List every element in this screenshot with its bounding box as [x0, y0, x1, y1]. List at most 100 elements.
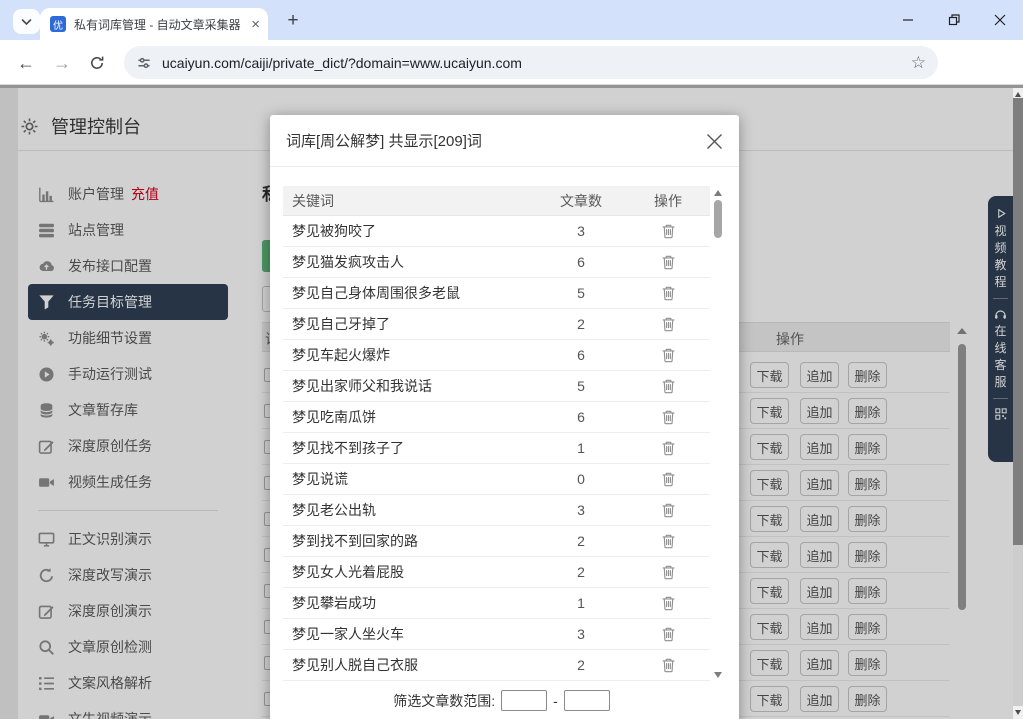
keyword-cell: 梦见找不到孩子了	[283, 438, 536, 458]
restore-button[interactable]	[931, 0, 977, 40]
delete-word-button[interactable]	[626, 626, 710, 642]
table-row-9: 梦见老公出轨 3	[283, 495, 710, 526]
close-icon	[994, 14, 1006, 26]
word-table-body: 梦见被狗咬了 3 梦见猫发疯攻击人 6 梦见自己身体周围很多老鼠	[283, 216, 710, 681]
scrollbar-thumb[interactable]	[714, 200, 722, 238]
delete-word-button[interactable]	[626, 564, 710, 580]
count-cell: 3	[536, 626, 626, 642]
table-row-4: 梦见车起火爆炸 6	[283, 340, 710, 371]
scroll-down-arrow[interactable]	[714, 672, 722, 678]
keyword-cell: 梦到找不到回家的路	[283, 531, 536, 551]
delete-word-button[interactable]	[626, 316, 710, 332]
table-row-7: 梦见找不到孩子了 1	[283, 433, 710, 464]
trash-icon	[661, 533, 676, 549]
trash-icon	[661, 254, 676, 270]
keyword-cell: 梦见自己牙掉了	[283, 314, 536, 334]
delete-word-button[interactable]	[626, 409, 710, 425]
filter-row: 筛选文章数范围: -	[270, 690, 739, 711]
back-button[interactable]: ←	[14, 51, 38, 75]
count-cell: 2	[536, 564, 626, 580]
trash-icon	[661, 564, 676, 580]
delete-word-button[interactable]	[626, 657, 710, 673]
down-arrow-icon	[1015, 710, 1021, 715]
keyword-cell: 梦见老公出轨	[283, 500, 536, 520]
delete-word-button[interactable]	[626, 285, 710, 301]
keyword-column-header: 关键词	[283, 191, 536, 211]
count-cell: 0	[536, 471, 626, 487]
table-row-5: 梦见出家师父和我说话 5	[283, 371, 710, 402]
count-cell: 1	[536, 595, 626, 611]
range-min-input[interactable]	[501, 690, 547, 711]
filter-label: 筛选文章数范围:	[393, 691, 495, 711]
tab-title: 私有词库管理 - 自动文章采集器	[74, 16, 247, 33]
table-row-8: 梦见说谎 0	[283, 464, 710, 495]
delete-word-button[interactable]	[626, 254, 710, 270]
range-separator: -	[553, 693, 558, 709]
table-row-11: 梦见女人光着屁股 2	[283, 557, 710, 588]
count-cell: 6	[536, 409, 626, 425]
table-row-13: 梦见一家人坐火车 3	[283, 619, 710, 650]
reload-icon	[89, 55, 105, 71]
chevron-down-icon	[21, 18, 32, 26]
table-row-14: 梦见别人脱自己衣服 2	[283, 650, 710, 681]
table-row-0: 梦见被狗咬了 3	[283, 216, 710, 247]
address-bar[interactable]: ucaiyun.com/caiji/private_dict/?domain=w…	[124, 46, 938, 79]
page-scrollbar-thumb[interactable]	[1013, 98, 1023, 545]
window-controls	[885, 0, 1023, 40]
new-tab-button[interactable]: +	[281, 9, 305, 33]
keyword-cell: 梦见猫发疯攻击人	[283, 252, 536, 272]
browser-tab[interactable]: 优 私有词库管理 - 自动文章采集器 ×	[40, 8, 268, 40]
count-cell: 5	[536, 285, 626, 301]
url-text[interactable]: ucaiyun.com/caiji/private_dict/?domain=w…	[162, 55, 903, 71]
delete-word-button[interactable]	[626, 378, 710, 394]
table-row-6: 梦见吃南瓜饼 6	[283, 402, 710, 433]
delete-word-button[interactable]	[626, 595, 710, 611]
keyword-cell: 梦见吃南瓜饼	[283, 407, 536, 427]
trash-icon	[661, 378, 676, 394]
delete-word-button[interactable]	[626, 223, 710, 239]
count-cell: 3	[536, 223, 626, 239]
count-cell: 6	[536, 254, 626, 270]
range-max-input[interactable]	[564, 690, 610, 711]
minimize-button[interactable]	[885, 0, 931, 40]
keyword-cell: 梦见攀岩成功	[283, 593, 536, 613]
forward-button[interactable]: →	[50, 51, 74, 75]
site-settings-icon[interactable]	[136, 55, 152, 71]
trash-icon	[661, 347, 676, 363]
tab-close-button[interactable]: ×	[251, 17, 260, 32]
delete-word-button[interactable]	[626, 502, 710, 518]
count-cell: 2	[536, 316, 626, 332]
trash-icon	[661, 409, 676, 425]
tab-search-chevron-button[interactable]	[13, 9, 40, 34]
word-table-header: 关键词 文章数 操作	[283, 186, 710, 216]
table-row-2: 梦见自己身体周围很多老鼠 5	[283, 278, 710, 309]
delete-word-button[interactable]	[626, 347, 710, 363]
count-cell: 1	[536, 440, 626, 456]
count-column-header: 文章数	[536, 191, 626, 211]
table-row-1: 梦见猫发疯攻击人 6	[283, 247, 710, 278]
modal-title: 词库[周公解梦] 共显示[209]词	[286, 130, 482, 151]
modal-table-scrollbar[interactable]	[712, 186, 724, 682]
delete-word-button[interactable]	[626, 440, 710, 456]
reload-button[interactable]	[85, 51, 109, 75]
page-scrollbar[interactable]	[1013, 88, 1023, 719]
up-arrow-icon	[1015, 92, 1021, 97]
browser-toolbar: ← → ucaiyun.com/caiji/private_dict/?doma…	[0, 40, 1023, 85]
bookmark-star-icon[interactable]: ☆	[911, 53, 926, 73]
scroll-down-button[interactable]	[1013, 706, 1023, 719]
delete-word-button[interactable]	[626, 471, 710, 487]
keyword-cell: 梦见自己身体周围很多老鼠	[283, 283, 536, 303]
tab-favicon: 优	[50, 16, 66, 32]
trash-icon	[661, 657, 676, 673]
delete-word-button[interactable]	[626, 533, 710, 549]
scroll-up-arrow[interactable]	[714, 190, 722, 196]
close-window-button[interactable]	[977, 0, 1023, 40]
count-cell: 2	[536, 533, 626, 549]
trash-icon	[661, 285, 676, 301]
trash-icon	[661, 471, 676, 487]
table-row-12: 梦见攀岩成功 1	[283, 588, 710, 619]
ops-column-header: 操作	[626, 191, 710, 211]
modal-close-button[interactable]	[701, 128, 727, 154]
keyword-cell: 梦见女人光着屁股	[283, 562, 536, 582]
keyword-cell: 梦见车起火爆炸	[283, 345, 536, 365]
